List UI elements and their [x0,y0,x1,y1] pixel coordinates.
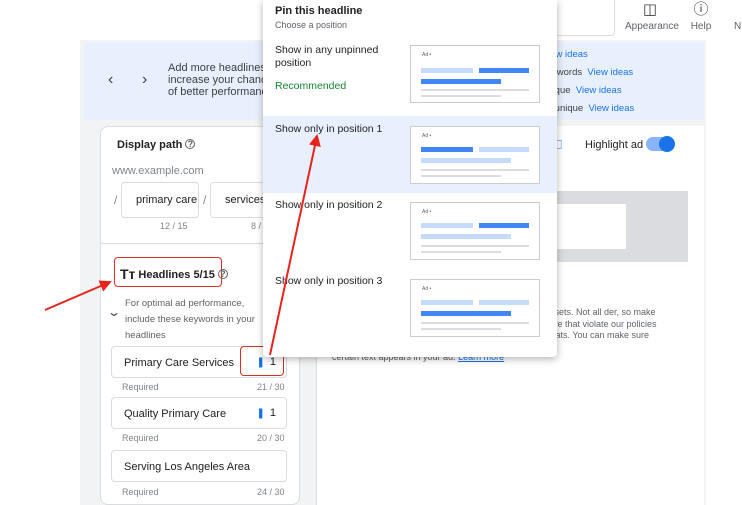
path-separator: / [114,193,118,207]
option-position-1[interactable]: Show only in position 1 [275,123,395,136]
required-label: Required [122,382,159,392]
pin-icon: ❚ [256,408,265,419]
popup-title: Pin this headline [275,5,363,17]
option-unpinned[interactable]: Show in any unpinned position [275,44,395,70]
headline-input[interactable]: Quality Primary Care ❚ 1 [111,397,287,429]
next-arrow-icon[interactable]: › [142,71,147,89]
required-label: Required [122,433,159,443]
highlight-ad-toggle[interactable] [646,136,675,152]
popup-subtitle: Choose a position [275,20,348,30]
appearance-button[interactable]: ◫ Appearance [625,1,679,33]
option-position-3[interactable]: Show only in position 3 [275,275,395,288]
right-margin [706,40,742,505]
headlines-title: Tт Headlines 5/15? [120,266,228,282]
pin-button[interactable]: ❚ 1 [256,407,276,419]
headline-text: Primary Care Services [124,357,235,369]
highlight-ad-label: Highlight ad [585,139,644,151]
left-margin [0,0,80,505]
char-counter: 24 / 30 [257,487,285,497]
chevron-down-icon[interactable]: ⌄ [107,305,121,319]
appearance-icon: ◫ [642,1,658,18]
option-position-2[interactable]: Show only in position 2 [275,199,395,212]
appearance-label: Appearance [625,21,679,32]
view-ideas-link[interactable]: View ideas [576,85,622,96]
path1-counter: 12 / 15 [160,221,188,231]
help-icon[interactable]: ? [217,269,228,279]
path1-input[interactable]: primary care [121,182,199,218]
path-separator: / [203,193,207,207]
help-label: Help [690,21,712,32]
thumbnail-position-3: Ad • [410,279,540,337]
help-button[interactable]: ⓘ Help [681,1,721,33]
thumbnail-position-1: Ad • [410,126,540,184]
display-url: www.example.com [112,165,204,177]
display-path-title: Display path? [117,139,196,151]
headline-input[interactable]: Serving Los Angeles Area [111,450,287,482]
headline-text: Quality Primary Care [124,408,227,420]
view-ideas-link[interactable]: View ideas [587,67,633,78]
help-icon[interactable]: ? [185,139,196,149]
headline-text: Serving Los Angeles Area [124,461,250,473]
path2-counter: 8 / [251,221,262,231]
prev-arrow-icon[interactable]: ‹ [108,71,113,89]
recommended-label: Recommended [275,80,347,92]
char-counter: 21 / 30 [257,382,285,392]
optimal-text: For optimal ad performance, include thes… [125,298,255,341]
thumbnail-unpinned: Ad • [410,45,540,103]
char-counter: 20 / 30 [257,433,285,443]
required-label: Required [122,487,159,497]
view-ideas-link[interactable]: View ideas [588,103,634,114]
preview-note: assets. Not all der, so make sure that v… [545,307,657,340]
help-icon: ⓘ [693,1,709,18]
text-icon: Tт [120,266,136,282]
thumbnail-position-2: Ad • [410,202,540,260]
overflow-label: N [734,21,742,32]
